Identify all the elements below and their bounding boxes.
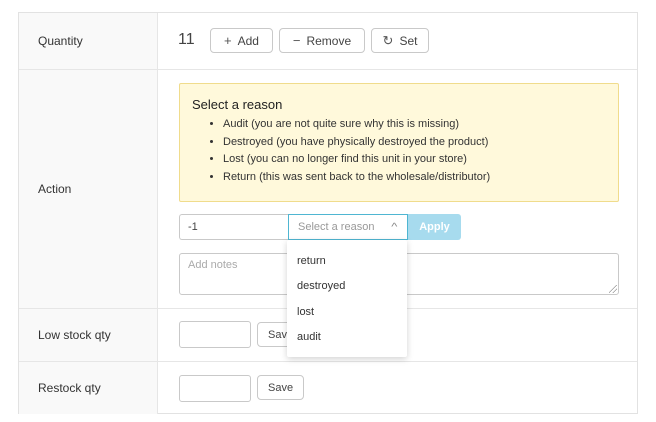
restock-input[interactable] — [179, 375, 251, 402]
reason-option-return[interactable]: return — [287, 248, 407, 274]
low-stock-label: Low stock qty — [19, 309, 158, 361]
reason-option-lost[interactable]: lost — [287, 299, 407, 325]
plus-icon: + — [224, 33, 232, 48]
quantity-row: Quantity 11 + Add − Remove ↻ Set — [19, 13, 637, 70]
remove-button[interactable]: − Remove — [279, 28, 365, 53]
restock-row: Restock qty Save — [19, 362, 637, 414]
resize-handle-icon[interactable] — [609, 285, 617, 293]
low-stock-input[interactable] — [179, 321, 251, 348]
reason-list-item: Lost (you can no longer find this unit i… — [223, 151, 606, 169]
reason-select-placeholder: Select a reason — [298, 221, 375, 233]
reason-dropdown-menu: return destroyed lost audit — [287, 240, 407, 357]
set-button[interactable]: ↻ Set — [371, 28, 429, 53]
reason-option-destroyed[interactable]: destroyed — [287, 274, 407, 300]
reason-select[interactable]: Select a reason ^ — [288, 214, 408, 240]
quantity-value: 11 — [178, 31, 195, 48]
action-label: Action — [19, 70, 158, 308]
refresh-icon: ↻ — [382, 33, 394, 48]
reason-list-item: Audit (you are not quite sure why this i… — [223, 116, 606, 134]
notice-title: Select a reason — [192, 97, 283, 112]
quantity-delta-input[interactable]: -1 — [179, 214, 289, 240]
notes-placeholder: Add notes — [188, 259, 238, 271]
chevron-up-icon: ^ — [391, 221, 398, 233]
apply-button[interactable]: Apply — [408, 214, 461, 240]
minus-icon: − — [292, 33, 301, 48]
restock-save-button[interactable]: Save — [257, 375, 305, 400]
reason-notice: Select a reason Audit (you are not quite… — [179, 83, 619, 202]
quantity-label: Quantity — [19, 13, 158, 69]
reason-option-audit[interactable]: audit — [287, 325, 407, 351]
restock-label: Restock qty — [19, 362, 158, 414]
add-button[interactable]: + Add — [210, 28, 273, 53]
reason-list-item: Return (this was sent back to the wholes… — [223, 169, 606, 187]
reason-list-item: Destroyed (you have physically destroyed… — [223, 134, 606, 152]
reason-list: Audit (you are not quite sure why this i… — [192, 116, 606, 186]
